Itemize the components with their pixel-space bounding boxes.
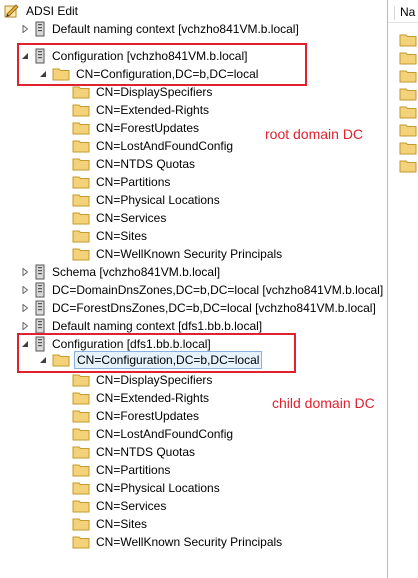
tree-root[interactable]: ADSI Edit bbox=[4, 2, 80, 20]
tree-node[interactable]: CN=Sites bbox=[72, 227, 149, 245]
tree-node[interactable]: CN=WellKnown Security Principals bbox=[72, 245, 284, 263]
tree-node[interactable]: CN=Extended-Rights bbox=[72, 101, 211, 119]
tree-node[interactable]: CN=ForestUpdates bbox=[72, 407, 201, 425]
folder-icon bbox=[72, 157, 90, 171]
tree-node[interactable]: CN=WellKnown Security Principals bbox=[72, 533, 284, 551]
server-icon bbox=[34, 21, 46, 37]
expand-arrow-icon[interactable] bbox=[20, 20, 30, 38]
server-icon bbox=[34, 264, 46, 280]
folder-icon bbox=[72, 193, 90, 207]
folder-icon bbox=[72, 481, 90, 495]
tree-node[interactable]: DC=DomainDnsZones,DC=b,DC=local [vchzho8… bbox=[20, 281, 385, 299]
server-icon bbox=[34, 318, 46, 334]
folder-icon bbox=[72, 535, 90, 549]
folder-icon bbox=[72, 427, 90, 441]
column-header-name[interactable]: Na bbox=[388, 2, 418, 23]
details-pane[interactable]: Na bbox=[388, 0, 418, 578]
folder-icon bbox=[72, 103, 90, 117]
tree-node[interactable]: CN=Services bbox=[72, 209, 168, 227]
tree-node[interactable]: CN=ForestUpdates bbox=[72, 119, 201, 137]
server-icon bbox=[34, 282, 46, 298]
folder-icon bbox=[72, 229, 90, 243]
adsi-edit-icon bbox=[4, 3, 20, 19]
folder-icon[interactable] bbox=[399, 87, 417, 104]
folder-icon bbox=[72, 139, 90, 153]
folder-icon bbox=[72, 445, 90, 459]
folder-icon bbox=[72, 463, 90, 477]
tree-node[interactable]: CN=Physical Locations bbox=[72, 479, 222, 497]
folder-icon bbox=[72, 409, 90, 423]
folder-icon[interactable] bbox=[399, 33, 417, 50]
child-domain-annotation: child domain DC bbox=[272, 395, 375, 411]
folder-icon[interactable] bbox=[399, 69, 417, 86]
tree-node[interactable]: CN=Sites bbox=[72, 515, 149, 533]
folder-icon[interactable] bbox=[399, 51, 417, 68]
tree-root-label: ADSI Edit bbox=[26, 4, 79, 18]
expand-arrow-icon[interactable] bbox=[20, 263, 30, 281]
tree-node[interactable]: CN=Partitions bbox=[72, 173, 172, 191]
folder-icon[interactable] bbox=[399, 123, 417, 140]
folder-icon[interactable] bbox=[399, 159, 417, 176]
tree-node[interactable]: CN=NTDS Quotas bbox=[72, 443, 197, 461]
folder-icon bbox=[72, 391, 90, 405]
folder-icon bbox=[72, 247, 90, 261]
tree-node[interactable]: CN=LostAndFoundConfig bbox=[72, 425, 235, 443]
folder-icon bbox=[72, 121, 90, 135]
folder-icon bbox=[72, 175, 90, 189]
tree-node[interactable]: CN=LostAndFoundConfig bbox=[72, 137, 235, 155]
folder-icon[interactable] bbox=[399, 141, 417, 158]
folder-icon bbox=[72, 211, 90, 225]
tree-node[interactable]: DC=ForestDnsZones,DC=b,DC=local [vchzho8… bbox=[20, 299, 378, 317]
tree-node[interactable]: Schema [vchzho841VM.b.local] bbox=[20, 263, 222, 281]
tree-node[interactable]: CN=Services bbox=[72, 497, 168, 515]
tree-node[interactable]: CN=DisplaySpecifiers bbox=[72, 371, 214, 389]
folder-icon bbox=[72, 517, 90, 531]
tree-node[interactable]: Default naming context [vchzho841VM.b.lo… bbox=[20, 20, 301, 38]
expand-arrow-icon[interactable] bbox=[20, 281, 30, 299]
tree-pane[interactable]: ADSI Edit Default naming context [vchzho… bbox=[0, 0, 388, 578]
folder-icon bbox=[72, 85, 90, 99]
server-icon bbox=[34, 300, 46, 316]
expand-arrow-icon[interactable] bbox=[20, 299, 30, 317]
tree-node[interactable]: CN=Partitions bbox=[72, 461, 172, 479]
folder-icon bbox=[72, 499, 90, 513]
folder-icon[interactable] bbox=[399, 105, 417, 122]
root-domain-annotation: root domain DC bbox=[265, 126, 364, 142]
child-domain-highlight-box bbox=[17, 333, 296, 373]
tree-node[interactable]: CN=Extended-Rights bbox=[72, 389, 211, 407]
root-domain-highlight-box bbox=[17, 43, 307, 86]
tree-node[interactable]: CN=NTDS Quotas bbox=[72, 155, 197, 173]
tree-node[interactable]: CN=Physical Locations bbox=[72, 191, 222, 209]
folder-icon bbox=[72, 373, 90, 387]
